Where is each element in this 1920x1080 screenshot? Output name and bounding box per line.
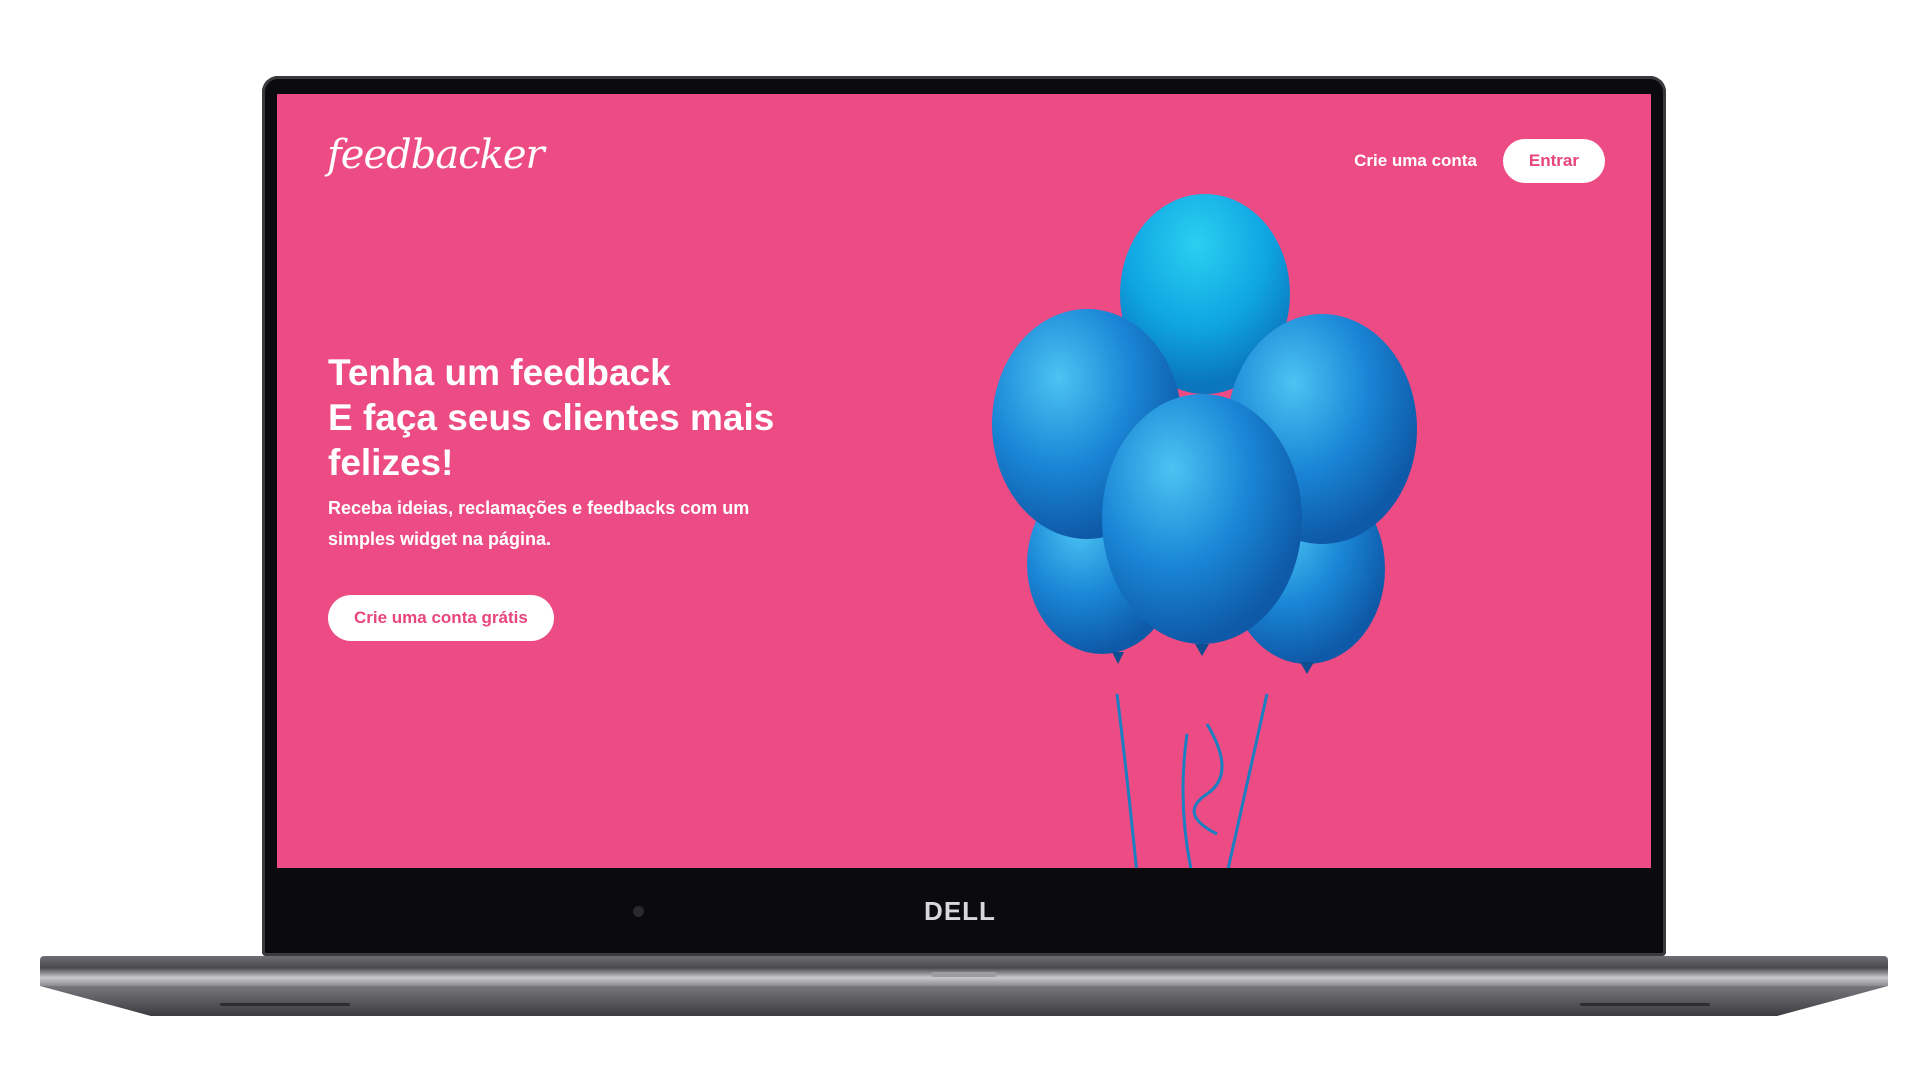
hero-title: Tenha um feedback E faça seus clientes m… (328, 350, 848, 485)
feedbacker-logo[interactable]: feedbacker (327, 132, 545, 178)
laptop-mockup: feedbacker Crie uma conta Entrar Tenha u… (0, 0, 1920, 1080)
hero-title-line1: Tenha um feedback (328, 352, 671, 393)
laptop-base (40, 956, 1888, 986)
signup-link[interactable]: Crie uma conta (1354, 151, 1477, 171)
laptop-foot-left (220, 1003, 350, 1006)
balloon-strings (1115, 693, 1269, 868)
balloons-illustration (992, 194, 1417, 868)
hero-subtitle: Receba ideias, reclamações e feedbacks c… (328, 498, 750, 549)
balloon-front (1102, 394, 1302, 644)
webcam (633, 906, 644, 917)
laptop-base-bottom (40, 986, 1888, 1016)
login-button[interactable]: Entrar (1502, 139, 1605, 183)
lid-notch (932, 972, 996, 977)
free-signup-button[interactable]: Crie uma conta grátis (328, 595, 554, 641)
dell-logo: DELL (924, 896, 996, 926)
hero-title-line2: E faça seus clientes mais felizes! (328, 397, 775, 483)
laptop-screen: feedbacker Crie uma conta Entrar Tenha u… (277, 94, 1651, 868)
hero-section: Tenha um feedback E faça seus clientes m… (328, 350, 848, 641)
laptop-foot-right (1580, 1003, 1710, 1006)
